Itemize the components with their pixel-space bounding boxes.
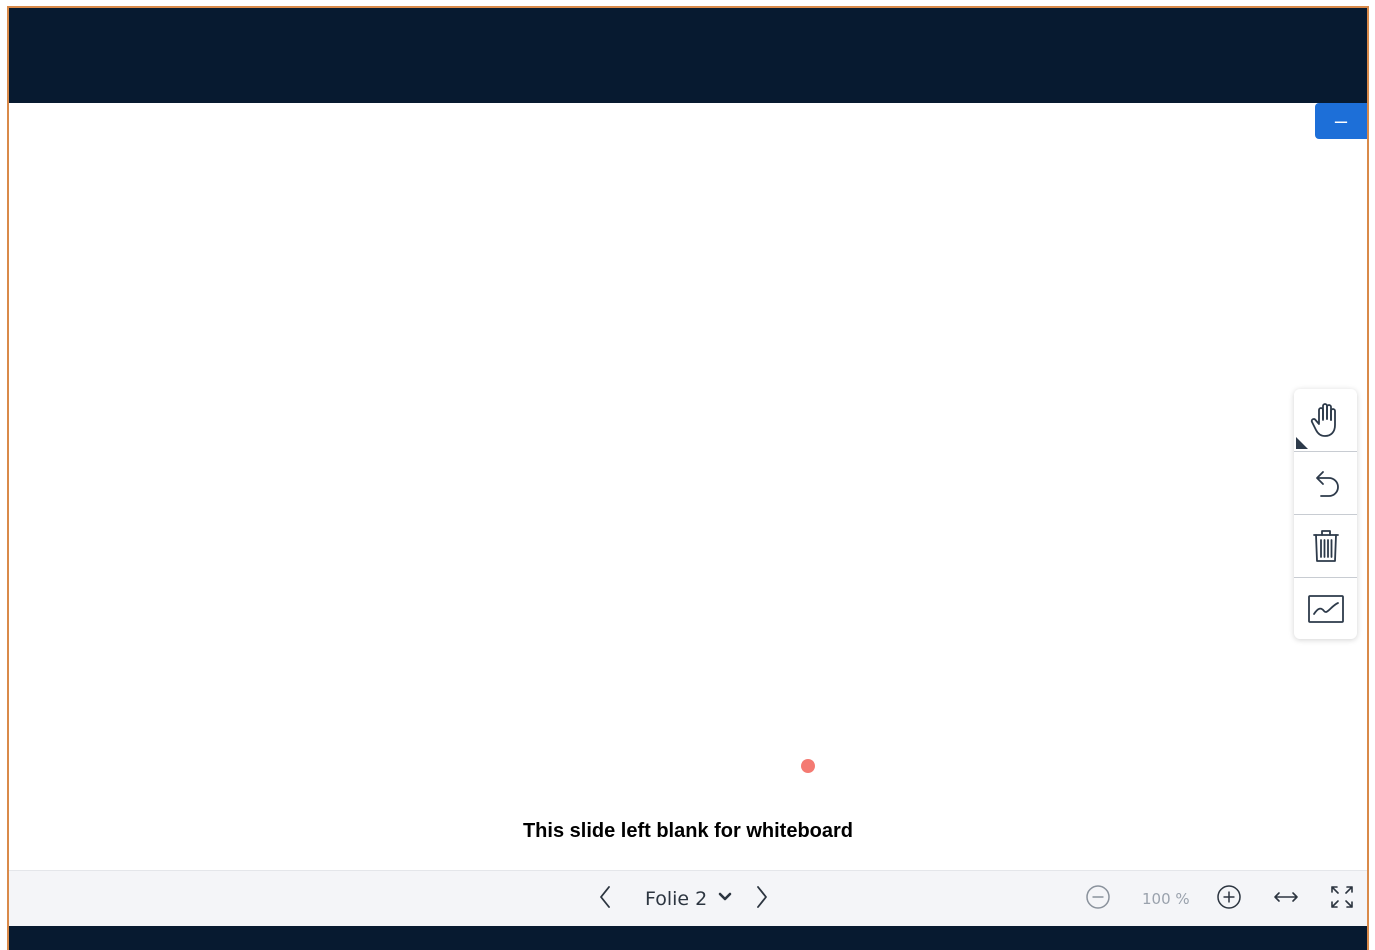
plus-circle-icon [1216,884,1242,915]
laser-pointer-dot [801,759,815,773]
next-slide-button[interactable] [754,871,770,927]
slide-label: Folie 2 [645,888,708,910]
line-chart-icon [1307,593,1345,625]
zoom-in-button[interactable] [1216,871,1242,927]
chevron-down-icon [716,890,734,909]
submenu-indicator-icon [1296,437,1308,449]
slide-caption: This slide left blank for whiteboard [522,820,854,842]
whiteboard-toolbar [1294,389,1357,639]
trash-icon [1310,527,1342,565]
zoom-level: 100 % [1142,871,1190,927]
top-bar [9,8,1367,103]
bottom-bar [9,926,1367,950]
chevron-right-icon [754,884,770,915]
slide-canvas[interactable]: This slide left blank for whiteboard [9,103,1367,870]
minimize-label: – [1334,108,1348,133]
fullscreen-button[interactable] [1329,871,1355,927]
slide-dropdown-button[interactable] [716,871,734,927]
minimize-presentation-button[interactable]: – [1315,103,1367,139]
multi-user-drawing-button[interactable] [1294,578,1357,640]
slide-selector[interactable]: Folie 2 [645,871,707,927]
zoom-level-text: 100 % [1142,890,1190,908]
undo-icon [1309,465,1343,501]
hand-tool-button[interactable] [1294,389,1357,452]
fit-to-width-button[interactable] [1272,871,1300,927]
previous-slide-button[interactable] [597,871,613,927]
zoom-out-button[interactable] [1085,871,1111,927]
presentation-frame: This slide left blank for whiteboard – F… [7,6,1369,950]
clear-all-button[interactable] [1294,515,1357,578]
minus-circle-icon [1085,884,1111,915]
presentation-controls-bar: Folie 2 100 % [9,870,1367,927]
chevron-left-icon [597,884,613,915]
fit-width-icon [1272,890,1300,909]
undo-button[interactable] [1294,452,1357,515]
fullscreen-icon [1329,884,1355,915]
hand-icon [1309,401,1343,439]
